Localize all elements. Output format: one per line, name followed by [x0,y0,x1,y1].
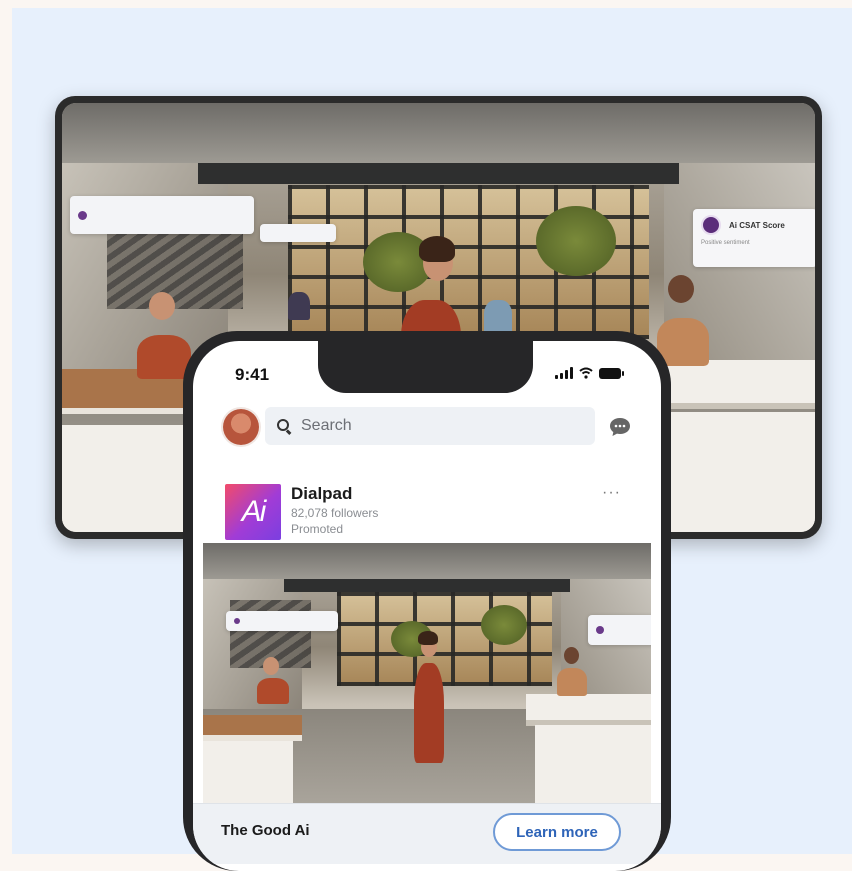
small-overlay-tag [260,224,336,242]
ad-headline: The Good Ai [221,822,310,839]
phone-screen: 9:41 Search Ai Dialpad 82,078 followers … [193,341,661,871]
wifi-icon [579,367,593,379]
search-icon [277,419,291,433]
office-video-scene [203,543,651,803]
csat-score-card: Ai CSAT Score Positive sentiment [693,209,815,267]
video-overlay-tag [226,611,338,631]
phone-notch [318,341,533,393]
agent-avatar-icon [701,215,721,235]
search-bar[interactable]: Search [265,407,595,445]
company-name[interactable]: Dialpad [291,484,352,504]
profile-avatar[interactable] [223,409,259,445]
post-footer: The Good Ai Learn more [193,803,661,864]
overlay-avatar-icon [234,618,240,624]
sentiment-overlay-tag [70,196,254,234]
learn-more-button[interactable]: Learn more [493,813,621,851]
csat-subtitle: Positive sentiment [701,240,750,246]
dialpad-logo[interactable]: Ai [225,484,281,540]
overlay-avatar-icon [78,210,87,220]
more-options-icon[interactable]: ··· [602,484,621,502]
status-icons [555,367,624,379]
promoted-label: Promoted [291,522,344,536]
messaging-icon[interactable] [609,417,631,437]
follower-count: 82,078 followers [291,506,379,520]
search-placeholder: Search [301,417,352,434]
video-csat-tag [588,615,651,645]
post-video[interactable] [203,543,651,803]
status-time: 9:41 [235,365,270,384]
phone-mockup: 9:41 Search Ai Dialpad 82,078 followers … [183,331,671,871]
app-top-bar: Search [193,403,661,455]
battery-icon [599,368,624,379]
overlay-avatar-icon [596,626,604,634]
csat-title: Ai CSAT Score [729,220,785,230]
signal-icon [555,367,573,379]
